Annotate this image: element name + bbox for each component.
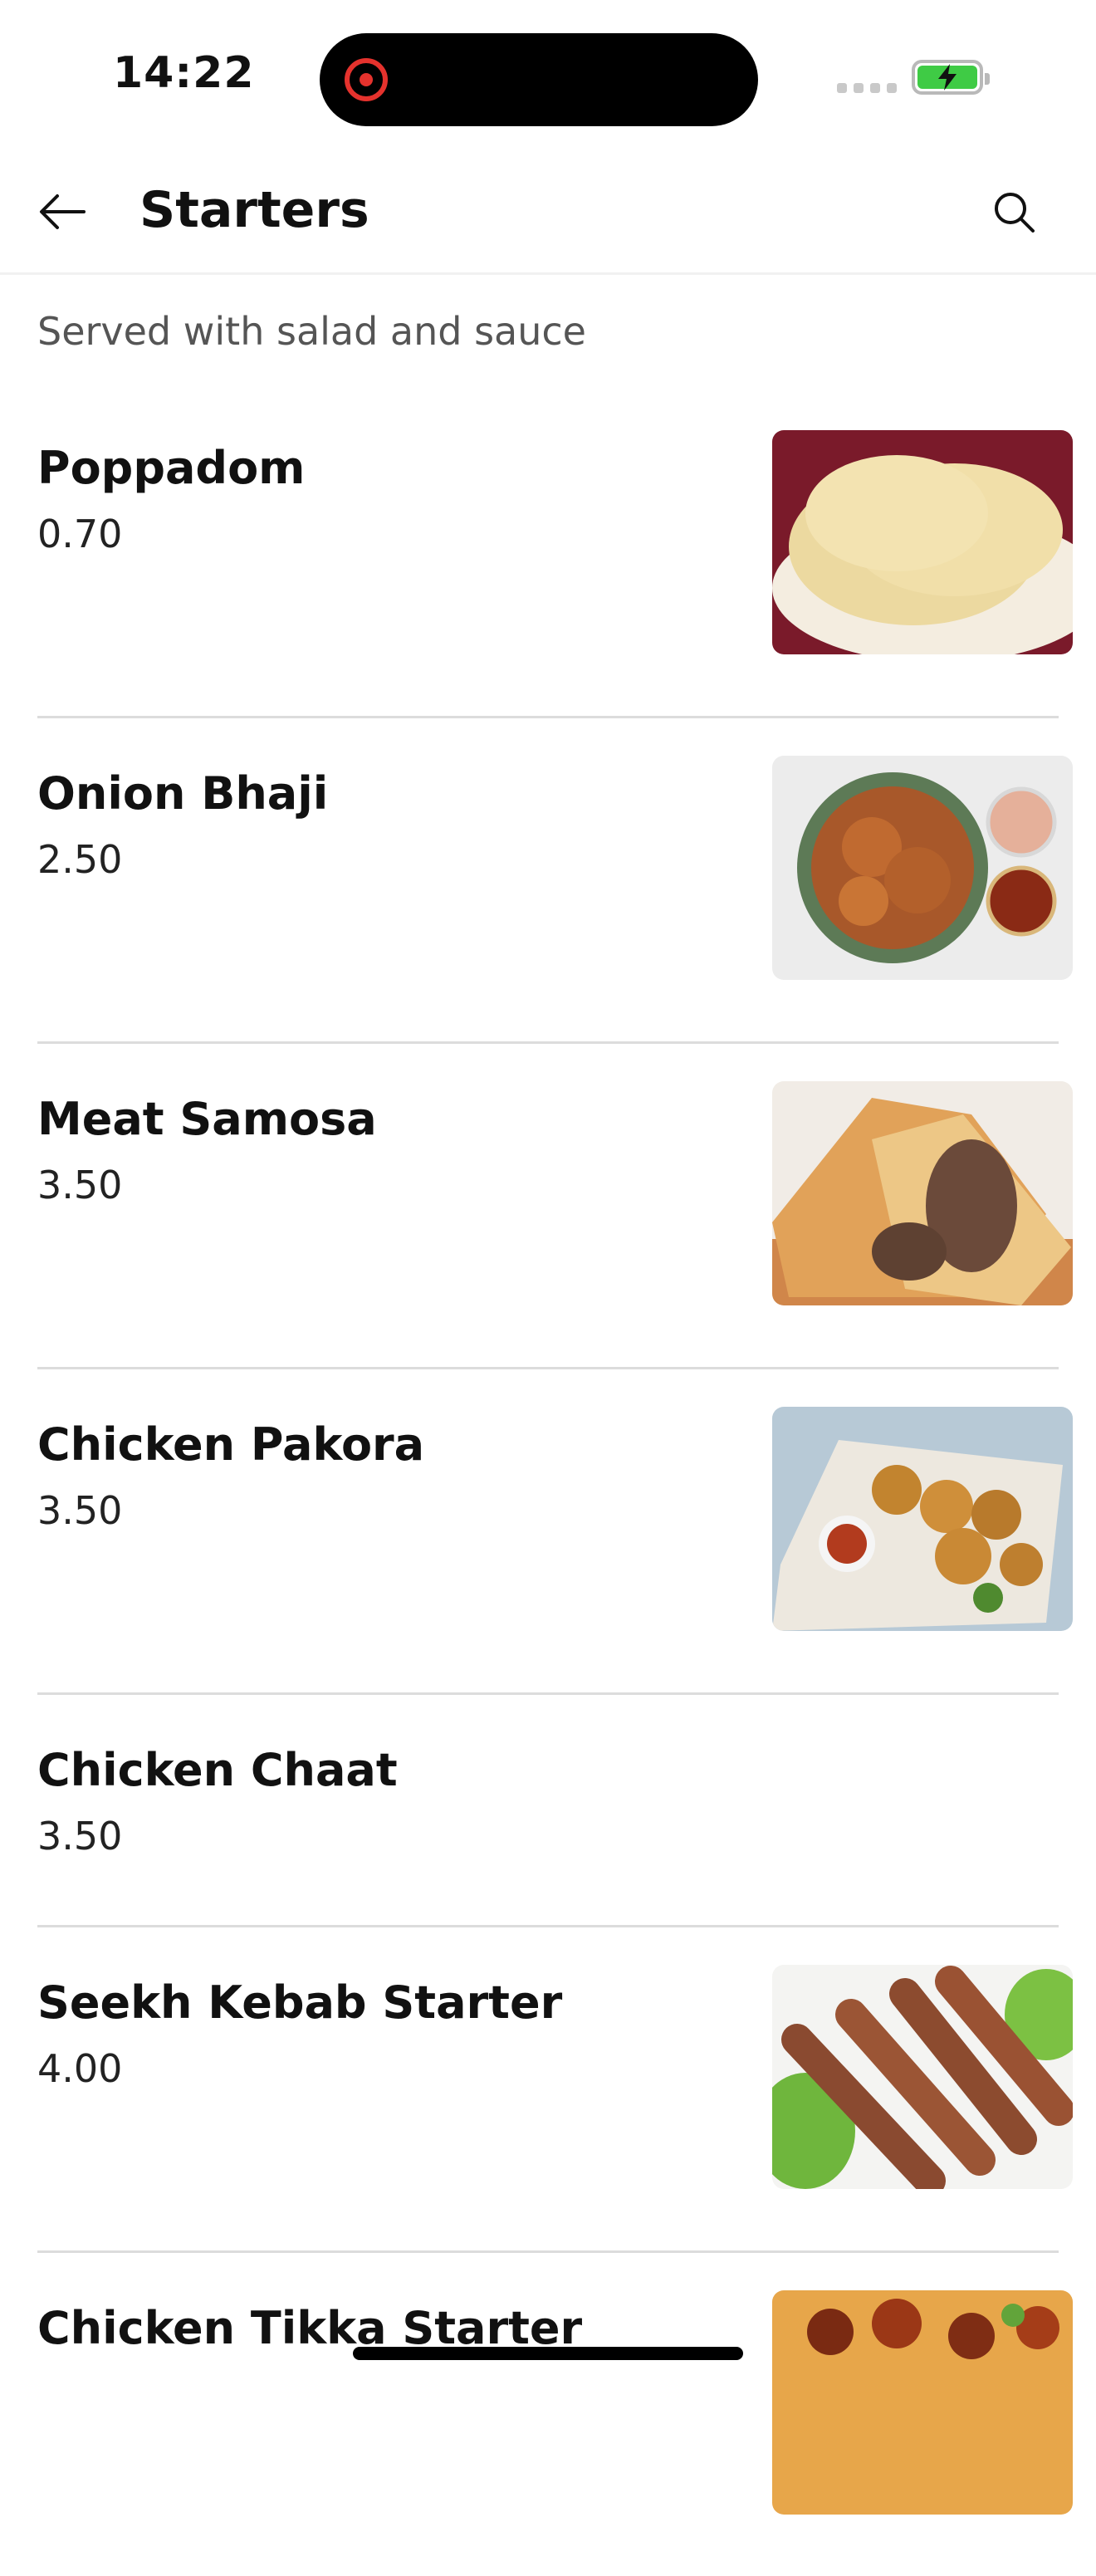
status-bar: 14:22 bbox=[0, 0, 1096, 149]
search-icon bbox=[995, 193, 1035, 233]
item-name: Meat Samosa bbox=[37, 1093, 377, 1145]
item-price: 3.50 bbox=[37, 1163, 123, 1207]
screen-recording-icon bbox=[345, 58, 388, 101]
menu-item[interactable]: Meat Samosa 3.50 bbox=[0, 1041, 1096, 1369]
home-indicator[interactable] bbox=[353, 2347, 743, 2360]
menu-list: Poppadom 0.70 Onion Bhaji 2.50 Meat Samo… bbox=[0, 390, 1096, 2576]
item-price: 0.70 bbox=[37, 512, 123, 556]
battery-charging-icon bbox=[912, 60, 990, 95]
page-title: Starters bbox=[139, 181, 369, 239]
back-button[interactable] bbox=[33, 183, 91, 241]
chicken-pakora-photo bbox=[772, 1407, 1073, 1631]
menu-item[interactable]: Onion Bhaji 2.50 bbox=[0, 716, 1096, 1044]
app-header: Starters bbox=[0, 149, 1096, 275]
search-button[interactable] bbox=[985, 183, 1043, 241]
item-name: Chicken Pakora bbox=[37, 1418, 425, 1471]
menu-item[interactable]: Chicken Tikka Starter bbox=[0, 2250, 1096, 2576]
item-name: Chicken Chaat bbox=[37, 1744, 398, 1796]
item-price: 4.00 bbox=[37, 2046, 123, 2091]
cellular-signal-icon bbox=[837, 83, 897, 93]
onion-bhaji-photo bbox=[772, 756, 1073, 980]
item-price: 3.50 bbox=[37, 1814, 123, 1859]
item-price: 3.50 bbox=[37, 1488, 123, 1533]
chicken-tikka-photo bbox=[772, 2290, 1073, 2515]
meat-samosa-photo bbox=[772, 1081, 1073, 1305]
menu-item[interactable]: Seekh Kebab Starter 4.00 bbox=[0, 1925, 1096, 2253]
item-name: Seekh Kebab Starter bbox=[37, 1976, 563, 2029]
seekh-kebab-photo bbox=[772, 1965, 1073, 2189]
item-price: 2.50 bbox=[37, 837, 123, 882]
menu-item[interactable]: Chicken Chaat 3.50 bbox=[0, 1692, 1096, 1927]
menu-item[interactable]: Chicken Pakora 3.50 bbox=[0, 1367, 1096, 1695]
poppadom-photo bbox=[772, 430, 1073, 654]
menu-item[interactable]: Poppadom 0.70 bbox=[0, 390, 1096, 718]
item-name: Poppadom bbox=[37, 442, 306, 494]
category-description: Served with salad and sauce bbox=[37, 309, 586, 354]
item-name: Onion Bhaji bbox=[37, 767, 329, 820]
arrow-left-icon bbox=[40, 194, 86, 229]
dynamic-island bbox=[320, 33, 758, 126]
status-time: 14:22 bbox=[113, 48, 255, 98]
